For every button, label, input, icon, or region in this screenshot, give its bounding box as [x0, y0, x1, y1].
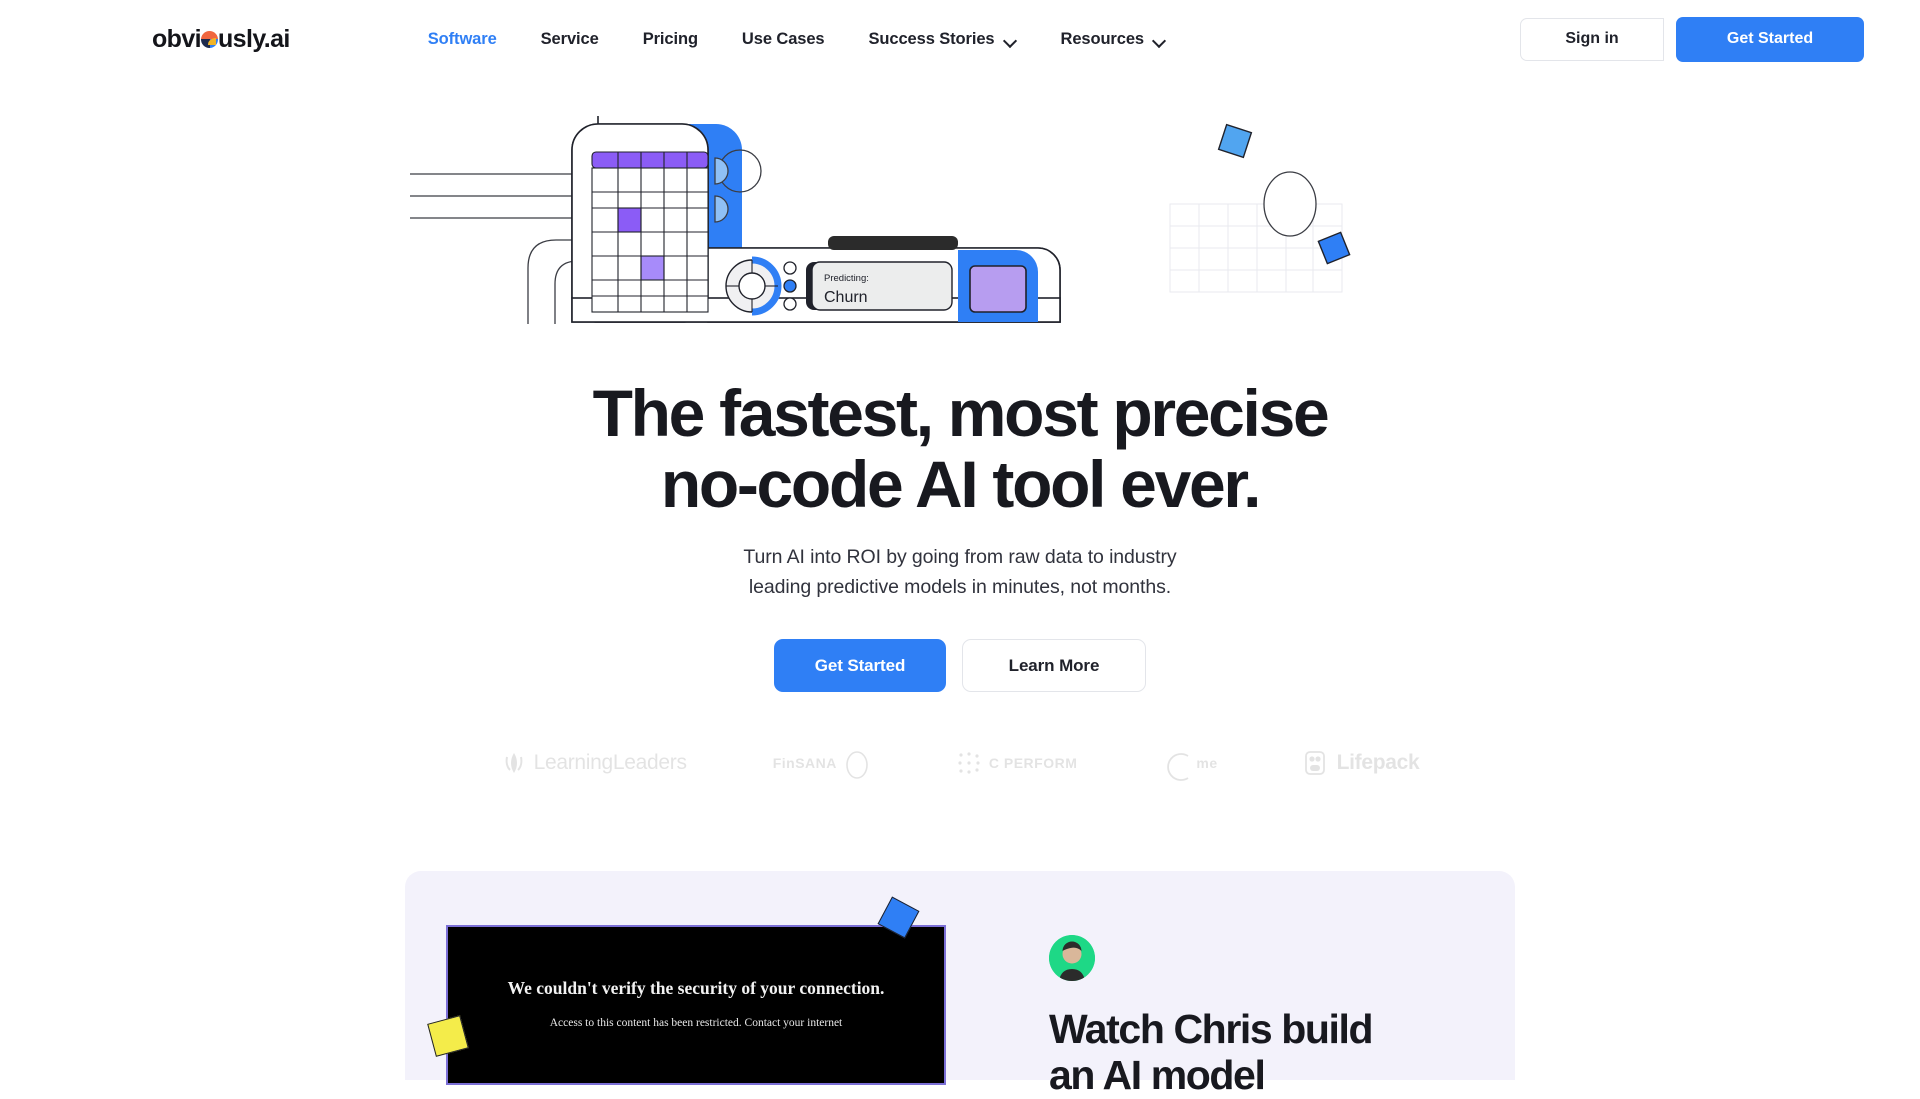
hero-subtitle: Turn AI into ROI by going from raw data … — [0, 543, 1920, 602]
nav-item-pricing[interactable]: Pricing — [643, 30, 698, 49]
learn-more-button[interactable]: Learn More — [962, 639, 1146, 693]
leaf-icon — [501, 750, 527, 776]
nav-item-success-stories[interactable]: Success Stories — [869, 30, 1017, 49]
client-logo-strip: LearningLeaders FinSANA C PERFORM me Lif… — [0, 750, 1920, 782]
nav-label: Software — [427, 29, 497, 48]
pill-icon — [1304, 750, 1330, 776]
crescent-icon — [1163, 750, 1189, 782]
watch-title-line2: an AI model — [1049, 1051, 1266, 1098]
hero-subtitle-line2: leading predictive models in minutes, no… — [748, 575, 1172, 598]
client-logo-lifepack: Lifepack — [1304, 750, 1420, 776]
watch-title-line1: Watch Chris build — [1049, 1006, 1374, 1052]
hero-cta-group: Get Started Learn More — [0, 639, 1920, 693]
chevron-down-icon — [1153, 34, 1166, 47]
header-actions: Sign in Get Started — [1520, 16, 1864, 62]
predicting-label: Predicting: — [824, 273, 869, 284]
client-label: FinSANA — [772, 755, 837, 772]
blocked-body: Access to this content has been restrict… — [549, 1017, 843, 1030]
brand-logo[interactable]: obvi usly.ai — [152, 25, 290, 54]
logo-circle-icon — [201, 30, 218, 48]
nav-label: Use Cases — [741, 29, 825, 48]
nav-label: Success Stories — [868, 29, 995, 48]
nav-item-service[interactable]: Service — [541, 30, 599, 49]
blocked-title: We couldn't verify the security of your … — [507, 978, 885, 998]
client-label: me — [1196, 755, 1218, 772]
sign-in-button[interactable]: Sign in — [1520, 17, 1664, 61]
client-logo-finsana: FinSANA — [772, 750, 870, 780]
client-logo-learningleaders: LearningLeaders — [501, 750, 687, 776]
predicting-value: Churn — [824, 289, 868, 306]
nav-item-resources[interactable]: Resources — [1061, 30, 1166, 49]
nav-label: Resources — [1060, 29, 1145, 48]
get-started-button-hero[interactable]: Get Started — [774, 639, 946, 693]
oval-icon — [844, 750, 870, 780]
logo-text-before: obvi — [152, 24, 202, 53]
site-header: obvi usly.ai Software Service Pricing Us… — [0, 0, 1920, 78]
hero-illustration: Predicting: Churn — [410, 116, 1510, 356]
dots-icon — [956, 750, 982, 776]
nav-label: Pricing — [642, 29, 698, 48]
nav-item-software[interactable]: Software — [428, 30, 497, 49]
watch-video-title: Watch Chris build an AI model — [1049, 1006, 1469, 1099]
get-started-button-header[interactable]: Get Started — [1676, 16, 1864, 62]
nav-item-use-cases[interactable]: Use Cases — [742, 30, 825, 49]
video-section: We couldn't verify the security of your … — [405, 871, 1515, 1098]
chris-avatar — [1049, 935, 1095, 981]
hero-title-line2: no-code AI tool ever. — [660, 446, 1262, 521]
logo-text-after: usly.ai — [218, 24, 290, 53]
nav-label: Service — [540, 29, 599, 48]
page-title: The fastest, most precise no-code AI too… — [0, 378, 1920, 519]
chevron-down-icon — [1004, 34, 1017, 47]
client-logo-me: me — [1163, 750, 1218, 782]
client-label: LearningLeaders — [533, 751, 687, 775]
video-copy: Watch Chris build an AI model — [1049, 935, 1469, 1099]
hero-section: Predicting: Churn The fastest, most prec… — [0, 116, 1920, 782]
client-label: C PERFORM — [988, 755, 1078, 772]
main-nav: Software Service Pricing Use Cases Succe… — [428, 30, 1166, 49]
client-logo-c2perform: C PERFORM — [956, 750, 1078, 776]
hero-title-line1: The fastest, most precise — [592, 376, 1330, 450]
hero-subtitle-line1: Turn AI into ROI by going from raw data … — [743, 546, 1177, 569]
client-label: Lifepack — [1336, 751, 1420, 775]
video-embed-blocked[interactable]: We couldn't verify the security of your … — [446, 925, 946, 1085]
